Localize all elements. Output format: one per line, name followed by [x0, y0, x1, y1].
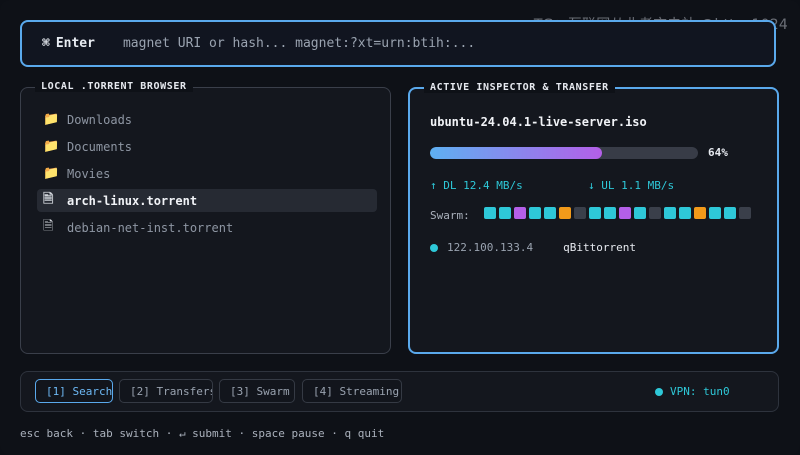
- app-window: TG：互联网从业者充电站 @https1024 ⌘ Enter LOCAL .T…: [0, 0, 800, 455]
- list-item-documents[interactable]: 📁 Documents: [37, 135, 377, 158]
- swarm-cell: [709, 207, 721, 219]
- file-label: Documents: [67, 139, 133, 154]
- peer-status-dot: [430, 243, 438, 252]
- vpn-status: VPN: tun0: [655, 385, 730, 398]
- inspector-panel-title: ACTIVE INSPECTOR & TRANSFER: [424, 82, 615, 93]
- file-list: 📁 Downloads 📁 Documents 📁 Movies 🗎 arch-…: [37, 108, 377, 243]
- list-item-debian[interactable]: 🗎 debian-net-inst.torrent: [37, 216, 377, 239]
- keybinding-help: esc back · tab switch · ↵ submit · space…: [20, 427, 385, 440]
- list-item-movies[interactable]: 📁 Movies: [37, 162, 377, 185]
- swarm-cell: [529, 207, 541, 219]
- swarm-cell: [694, 207, 706, 219]
- file-label: debian-net-inst.torrent: [67, 220, 234, 235]
- folder-icon: 📁: [43, 166, 60, 181]
- list-item-arch-linux[interactable]: 🗎 arch-linux.torrent: [37, 189, 377, 212]
- swarm-cell: [619, 207, 631, 219]
- file-label: arch-linux.torrent: [67, 193, 198, 208]
- vpn-status-dot: [655, 387, 663, 396]
- command-bar[interactable]: ⌘ Enter: [20, 20, 776, 67]
- file-icon: 🗎: [43, 191, 54, 207]
- swarm-cell: [664, 207, 676, 219]
- progress-fill: [430, 147, 602, 159]
- upload-rate: ↓ UL 1.1 MB/s: [588, 179, 675, 192]
- peer-client: qBittorrent: [563, 241, 636, 254]
- swarm-label: Swarm:: [430, 209, 470, 222]
- enter-key-hint: ⌘ Enter: [42, 36, 95, 51]
- tab-swarm[interactable]: [3] Swarm: [219, 379, 295, 403]
- tab-search[interactable]: [1] Search: [35, 379, 113, 403]
- swarm-cell: [724, 207, 736, 219]
- swarm-cell: [499, 207, 511, 219]
- progress-percent: 64%: [708, 146, 728, 159]
- torrent-browser-panel: LOCAL .TORRENT BROWSER 📁 Downloads 📁 Doc…: [20, 81, 391, 354]
- swarm-cell: [679, 207, 691, 219]
- swarm-cell: [649, 207, 661, 219]
- swarm-cell: [559, 207, 571, 219]
- swarm-cell: [634, 207, 646, 219]
- download-rate: ↑ DL 12.4 MB/s: [430, 179, 523, 192]
- list-item-downloads[interactable]: 📁 Downloads: [37, 108, 377, 131]
- peer-ip: 122.100.133.4: [447, 241, 534, 254]
- swarm-cell: [484, 207, 496, 219]
- file-label: Movies: [67, 166, 111, 181]
- swarm-cell: [604, 207, 616, 219]
- browser-panel-title: LOCAL .TORRENT BROWSER: [35, 81, 193, 92]
- swarm-cell: [544, 207, 556, 219]
- torrent-name: ubuntu-24.04.1-live-server.iso: [430, 115, 647, 129]
- tab-streaming[interactable]: [4] Streaming: [302, 379, 402, 403]
- swarm-map: [484, 207, 751, 219]
- magnet-input[interactable]: [120, 35, 774, 52]
- progress-bar: [430, 147, 698, 159]
- inspector-panel: ACTIVE INSPECTOR & TRANSFER ubuntu-24.04…: [408, 82, 779, 354]
- folder-icon: 📁: [43, 112, 60, 127]
- folder-icon: 📁: [43, 139, 60, 154]
- swarm-cell: [739, 207, 751, 219]
- file-label: Downloads: [67, 112, 133, 127]
- swarm-cell: [574, 207, 586, 219]
- command-key-icon: ⌘: [42, 36, 50, 51]
- tab-transfers[interactable]: [2] Transfers: [119, 379, 213, 403]
- swarm-cell: [589, 207, 601, 219]
- peer-row[interactable]: 122.100.133.4 qBittorrent: [430, 241, 636, 254]
- file-icon: 🗎: [43, 218, 54, 234]
- swarm-cell: [514, 207, 526, 219]
- tab-bar: [1] Search [2] Transfers [3] Swarm [4] S…: [20, 371, 779, 412]
- enter-label: Enter: [55, 36, 95, 51]
- vpn-label: VPN: tun0: [670, 385, 730, 398]
